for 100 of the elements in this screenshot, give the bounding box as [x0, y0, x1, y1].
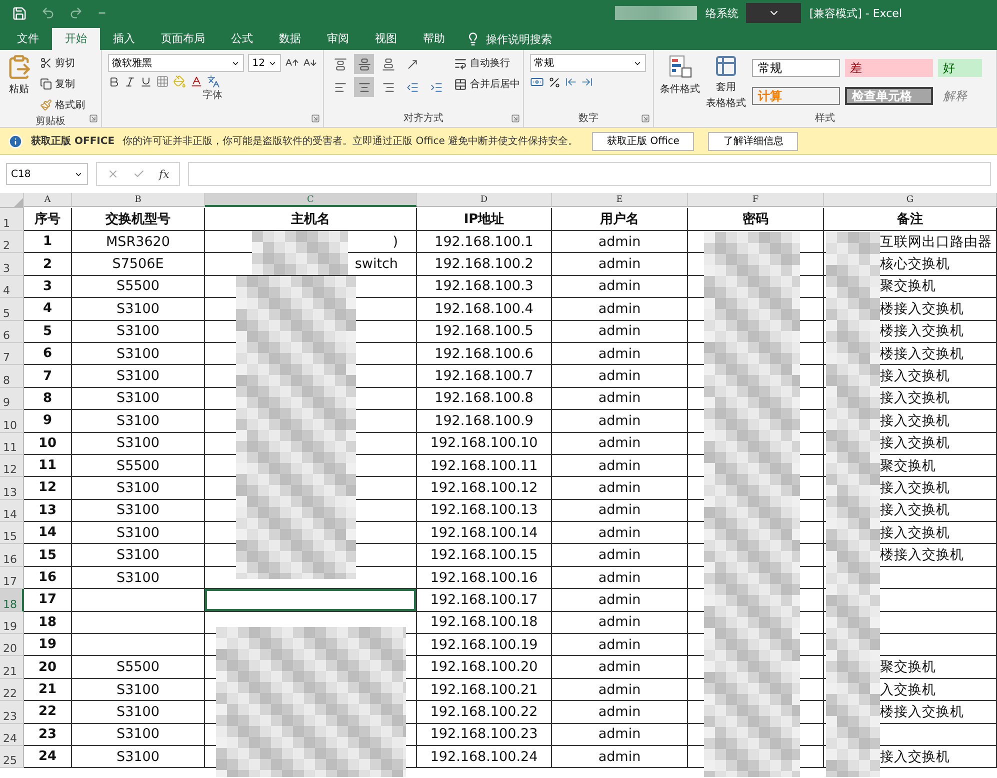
table-cell: admin: [552, 678, 688, 702]
column-header[interactable]: C: [205, 193, 417, 207]
row-header[interactable]: 1: [0, 208, 24, 231]
row-header[interactable]: 24: [0, 724, 24, 746]
column-header[interactable]: G: [824, 193, 997, 207]
merge-center-button[interactable]: 合并后居中: [452, 75, 522, 93]
dialog-launcher-icon[interactable]: [311, 114, 320, 123]
column-header[interactable]: B: [72, 193, 205, 207]
row-header[interactable]: 4: [0, 276, 24, 298]
row-header[interactable]: 15: [0, 522, 24, 544]
bold-icon[interactable]: [108, 76, 120, 88]
row-header[interactable]: 25: [0, 746, 24, 768]
row-header[interactable]: 8: [0, 365, 24, 388]
ribbon-tab[interactable]: 审阅: [314, 28, 362, 50]
table-cell: admin: [552, 276, 688, 298]
italic-icon[interactable]: [124, 76, 136, 88]
lightbulb-icon[interactable]: [466, 32, 480, 46]
copy-button[interactable]: 复制: [38, 75, 87, 93]
insert-function-button[interactable]: fx: [159, 168, 170, 180]
copy-icon: [40, 78, 52, 90]
column-header[interactable]: F: [688, 193, 824, 207]
cell-style[interactable]: 好: [938, 59, 982, 77]
row-header[interactable]: 6: [0, 320, 24, 343]
row-header[interactable]: 14: [0, 500, 24, 522]
format-painter-button[interactable]: 格式刷: [38, 96, 87, 114]
phonetic-icon[interactable]: [207, 75, 220, 88]
tell-me-search[interactable]: 操作说明搜索: [486, 32, 552, 46]
row-header[interactable]: 11: [0, 432, 24, 455]
column-title: 用户名: [552, 208, 688, 231]
ribbon-tab[interactable]: 开始: [52, 28, 100, 50]
table-cell: S3100: [72, 342, 205, 366]
row-header[interactable]: 12: [0, 454, 24, 478]
row-header[interactable]: 20: [0, 634, 24, 656]
align-bottom-icon[interactable]: [382, 58, 394, 70]
format-as-table-button[interactable]: 套用 表格格式: [706, 54, 746, 111]
dialog-launcher-icon[interactable]: [641, 114, 650, 123]
ribbon-tab[interactable]: 公式: [218, 28, 266, 50]
font-name-field[interactable]: 微软雅黑: [108, 54, 244, 72]
cut-button[interactable]: 剪切: [38, 54, 87, 72]
orientation-icon[interactable]: [406, 58, 418, 70]
row-header[interactable]: 16: [0, 544, 24, 567]
table-cell: admin: [552, 342, 688, 366]
group-label: 数字: [578, 112, 600, 126]
align-center-icon[interactable]: [358, 80, 370, 94]
ribbon-tab[interactable]: 视图: [362, 28, 410, 50]
fill-color-icon[interactable]: [173, 75, 186, 88]
info-button[interactable]: 获取正版 Office: [592, 132, 694, 150]
row-header[interactable]: 10: [0, 410, 24, 433]
wrap-text-button[interactable]: 自动换行: [452, 54, 522, 72]
dialog-launcher-icon[interactable]: [511, 114, 520, 123]
save-icon[interactable]: [12, 6, 27, 20]
percent-icon[interactable]: [548, 76, 561, 88]
ribbon-tab[interactable]: 文件: [4, 28, 52, 50]
column-header[interactable]: E: [552, 193, 688, 207]
conditional-format-button[interactable]: 条件格式: [660, 54, 700, 111]
indent-increase-icon[interactable]: [430, 80, 442, 94]
paste-button[interactable]: 粘贴: [6, 54, 32, 114]
currency-icon[interactable]: [530, 75, 544, 89]
selected-cell[interactable]: [205, 589, 417, 612]
row-header[interactable]: 22: [0, 678, 24, 702]
row-header[interactable]: 17: [0, 566, 24, 590]
redo-icon[interactable]: [69, 6, 83, 20]
name-box[interactable]: C18: [6, 163, 88, 185]
row-header[interactable]: 9: [0, 388, 24, 410]
align-top-icon[interactable]: [334, 58, 346, 70]
column-header[interactable]: D: [417, 193, 552, 207]
info-button[interactable]: 了解详细信息: [708, 132, 798, 150]
conditional-format-icon: [667, 54, 693, 80]
increase-decimal-icon[interactable]: [565, 76, 577, 88]
ribbon-tab[interactable]: 页面布局: [148, 28, 218, 50]
font-size-field[interactable]: 12: [248, 54, 282, 72]
indent-decrease-icon[interactable]: [406, 80, 418, 94]
ribbon-tab[interactable]: 插入: [100, 28, 148, 50]
cell-style[interactable]: 常规: [752, 59, 840, 77]
decrease-decimal-icon[interactable]: [581, 76, 593, 88]
row-header[interactable]: 5: [0, 298, 24, 321]
cell-style[interactable]: 解释: [938, 87, 982, 105]
row-header[interactable]: 19: [0, 612, 24, 634]
align-right-icon[interactable]: [382, 80, 394, 94]
ribbon-tab[interactable]: 数据: [266, 28, 314, 50]
align-left-icon[interactable]: [334, 80, 346, 94]
align-middle-icon[interactable]: [358, 58, 370, 70]
column-title: 密码: [688, 208, 824, 231]
font-color-icon[interactable]: [190, 75, 203, 88]
underline-icon[interactable]: [140, 76, 152, 88]
undo-icon[interactable]: [41, 6, 55, 20]
column-header[interactable]: A: [24, 193, 72, 207]
row-header[interactable]: 18: [0, 589, 24, 612]
borders-icon[interactable]: [156, 75, 169, 88]
row-header[interactable]: 3: [0, 253, 24, 276]
row-header[interactable]: 21: [0, 656, 24, 679]
row-header[interactable]: 2: [0, 231, 24, 254]
ribbon-tab[interactable]: 帮助: [410, 28, 458, 50]
row-header[interactable]: 7: [0, 342, 24, 366]
row-header[interactable]: 23: [0, 701, 24, 724]
dialog-launcher-icon[interactable]: [89, 114, 98, 123]
cell-style[interactable]: 差: [845, 59, 933, 77]
number-format-field[interactable]: 常规: [530, 54, 646, 72]
formula-input[interactable]: [188, 162, 991, 186]
row-header[interactable]: 13: [0, 477, 24, 500]
